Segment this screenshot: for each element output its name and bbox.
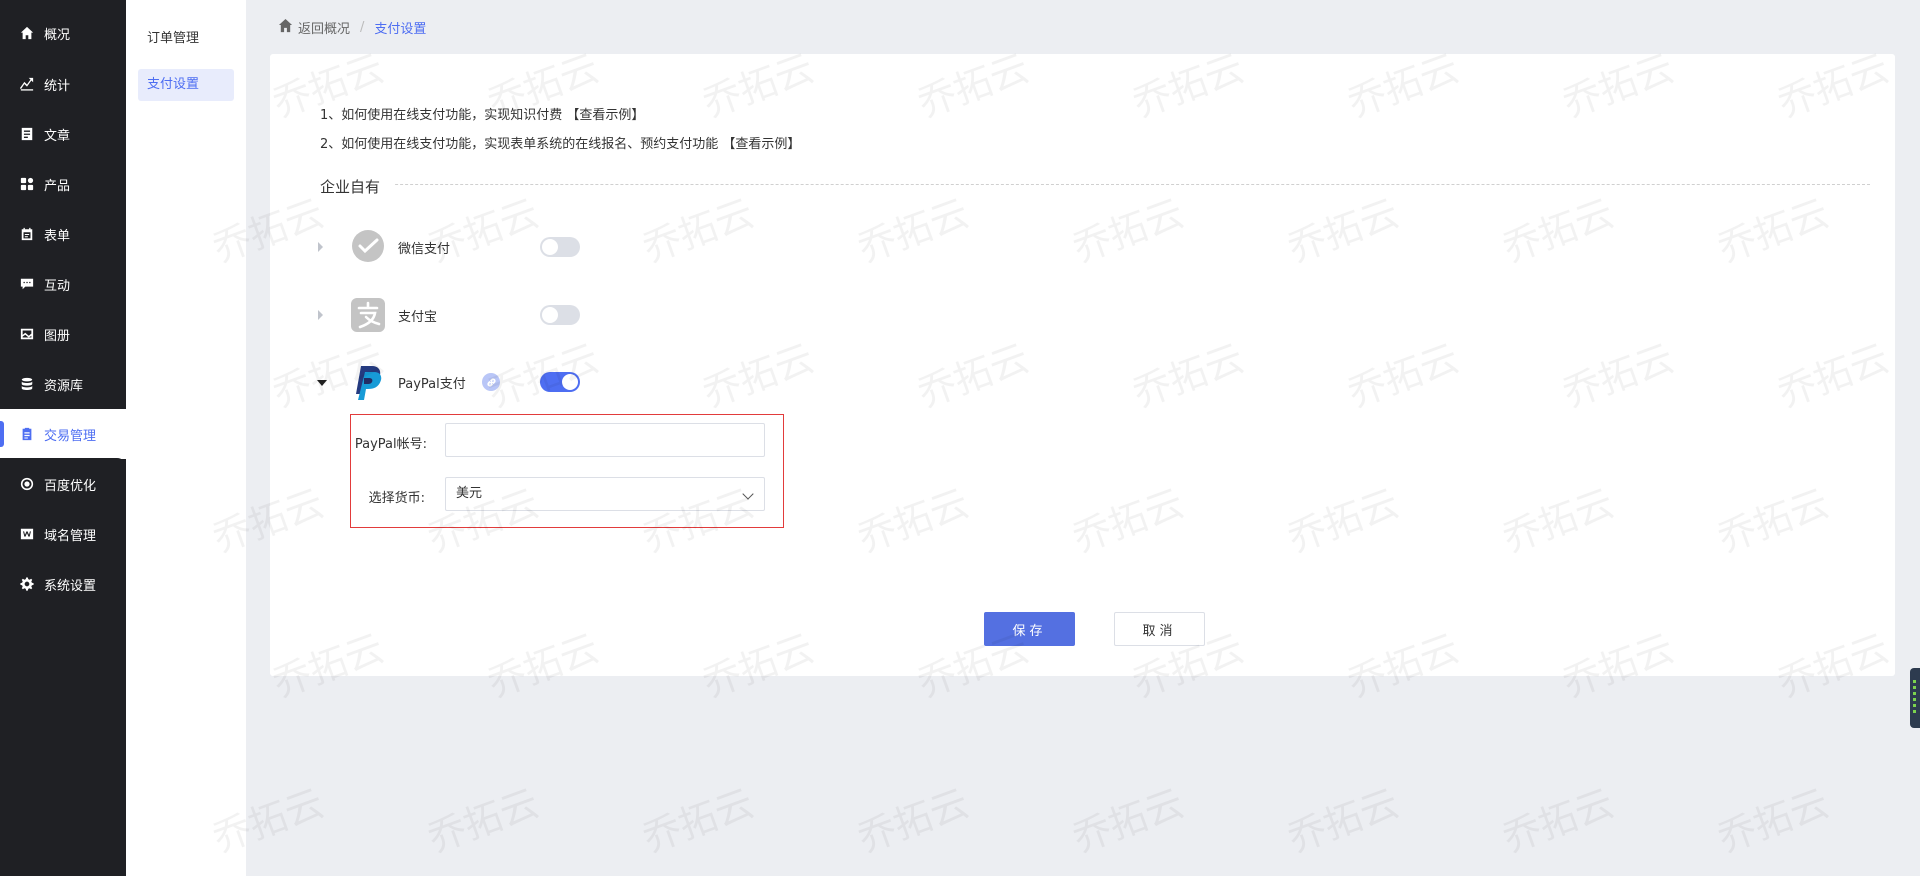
breadcrumb: 返回概况 / 支付设置 bbox=[278, 16, 426, 38]
paypal-account-input[interactable] bbox=[445, 423, 765, 457]
nav-item-resources[interactable]: 资源库 bbox=[0, 359, 126, 409]
side-widget[interactable] bbox=[1910, 668, 1920, 728]
nav-item-label: 表单 bbox=[44, 228, 71, 244]
nav-item-overview[interactable]: 概况 bbox=[0, 8, 126, 58]
help-tip: 1、如何使用在线支付功能，实现知识付费 【查看示例】 bbox=[320, 104, 644, 123]
breadcrumb-current: 支付设置 bbox=[374, 21, 427, 37]
nav-item-label: 概况 bbox=[44, 27, 71, 43]
paypal-account-label: PayPal帐号: bbox=[354, 437, 427, 452]
submenu-item-payment-settings[interactable]: 支付设置 bbox=[138, 69, 234, 101]
nav-item-label: 交易管理 bbox=[44, 428, 97, 444]
stats-icon bbox=[20, 77, 34, 91]
nav-item-settings[interactable]: 系统设置 bbox=[0, 559, 126, 609]
nav-item-trade[interactable]: 交易管理 bbox=[0, 409, 126, 459]
database-icon bbox=[20, 377, 34, 391]
form-icon bbox=[20, 227, 34, 241]
nav-item-stats[interactable]: 统计 bbox=[0, 59, 126, 109]
nav-item-article[interactable]: 文章 bbox=[0, 109, 126, 159]
breadcrumb-back-link[interactable]: 返回概况 bbox=[298, 18, 350, 37]
watermark-text: 乔拓云 bbox=[1282, 780, 1405, 861]
cancel-button[interactable]: 取消 bbox=[1114, 612, 1205, 646]
save-button[interactable]: 保存 bbox=[984, 612, 1075, 646]
watermark-text: 乔拓云 bbox=[1712, 780, 1835, 861]
nav-item-label: 文章 bbox=[44, 128, 71, 144]
help-tip-text: 2、如何使用在线支付功能，实现表单系统的在线报名、预约支付功能 bbox=[320, 137, 719, 152]
article-icon bbox=[20, 127, 34, 141]
help-tip: 2、如何使用在线支付功能，实现表单系统的在线报名、预约支付功能 【查看示例】 bbox=[320, 133, 800, 152]
watermark-text: 乔拓云 bbox=[422, 780, 545, 861]
nav-item-gallery[interactable]: 图册 bbox=[0, 309, 126, 359]
breadcrumb-separator: / bbox=[360, 19, 365, 35]
nav-item-label: 产品 bbox=[44, 178, 71, 194]
home-icon bbox=[20, 26, 34, 40]
sub-menu: 订单管理 支付设置 bbox=[126, 0, 246, 876]
currency-value: 美元 bbox=[456, 486, 483, 501]
payment-row-wechat: 微信支付 bbox=[318, 227, 618, 271]
nav-item-seo[interactable]: 百度优化 bbox=[0, 459, 126, 509]
payment-settings-panel: 1、如何使用在线支付功能，实现知识付费 【查看示例】 2、如何使用在线支付功能，… bbox=[270, 54, 1895, 676]
nav-item-label: 资源库 bbox=[44, 378, 84, 394]
gear-icon bbox=[20, 577, 34, 591]
alipay-toggle[interactable] bbox=[540, 305, 580, 325]
nav-item-label: 互动 bbox=[44, 278, 71, 294]
collapse-caret-icon[interactable] bbox=[317, 380, 327, 386]
domain-icon bbox=[20, 527, 34, 541]
wechat-pay-icon bbox=[350, 229, 386, 265]
wechat-pay-toggle[interactable] bbox=[540, 237, 580, 257]
nav-item-form[interactable]: 表单 bbox=[0, 209, 126, 259]
main-nav: 概况 统计 文章 产品 表单 互动 图册 资源库 交易管理 百度优化 域名管理 bbox=[0, 0, 126, 876]
view-example-link[interactable]: 【查看示例】 bbox=[722, 137, 800, 152]
watermark-text: 乔拓云 bbox=[1497, 780, 1620, 861]
section-divider bbox=[320, 184, 1870, 185]
gallery-icon bbox=[20, 327, 34, 341]
chat-icon bbox=[20, 277, 34, 291]
nav-item-interaction[interactable]: 互动 bbox=[0, 259, 126, 309]
currency-select[interactable]: 美元 bbox=[445, 477, 765, 511]
watermark-text: 乔拓云 bbox=[637, 780, 760, 861]
help-tip-text: 1、如何使用在线支付功能，实现知识付费 bbox=[320, 108, 563, 123]
alipay-icon bbox=[350, 297, 386, 333]
payment-name: PayPal支付 bbox=[398, 377, 466, 392]
nav-item-label: 系统设置 bbox=[44, 578, 97, 594]
submenu-item-orders[interactable]: 订单管理 bbox=[138, 23, 234, 55]
product-icon bbox=[20, 177, 34, 191]
home-icon[interactable] bbox=[278, 18, 298, 37]
chevron-down-icon bbox=[742, 488, 754, 500]
nav-item-label: 统计 bbox=[44, 78, 71, 94]
currency-label: 选择货币: bbox=[368, 491, 425, 506]
section-title: 企业自有 bbox=[320, 176, 395, 197]
watermark-text: 乔拓云 bbox=[1067, 780, 1190, 861]
paypal-icon bbox=[350, 364, 386, 400]
payment-row-paypal: PayPal支付 bbox=[317, 362, 618, 406]
payment-name: 支付宝 bbox=[398, 310, 438, 325]
payment-row-alipay: 支付宝 bbox=[318, 295, 618, 339]
paypal-config-box: PayPal帐号: 选择货币: 美元 bbox=[350, 414, 784, 528]
seo-icon bbox=[20, 477, 34, 491]
view-example-link[interactable]: 【查看示例】 bbox=[566, 108, 644, 123]
nav-item-domain[interactable]: 域名管理 bbox=[0, 509, 126, 559]
nav-item-product[interactable]: 产品 bbox=[0, 159, 126, 209]
expand-caret-icon[interactable] bbox=[318, 242, 323, 252]
expand-caret-icon[interactable] bbox=[318, 310, 323, 320]
nav-item-label: 图册 bbox=[44, 328, 71, 344]
nav-item-label: 百度优化 bbox=[44, 478, 97, 494]
link-icon[interactable] bbox=[482, 373, 500, 391]
payment-name: 微信支付 bbox=[398, 242, 451, 257]
watermark-text: 乔拓云 bbox=[852, 780, 975, 861]
clipboard-icon bbox=[20, 427, 34, 441]
paypal-toggle[interactable] bbox=[540, 372, 580, 392]
nav-item-label: 域名管理 bbox=[44, 528, 97, 544]
